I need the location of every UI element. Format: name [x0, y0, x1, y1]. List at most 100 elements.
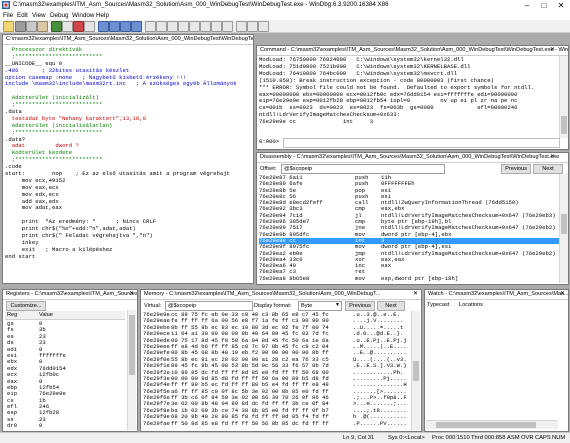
copy-icon[interactable] [26, 21, 37, 32]
locations-column-header[interactable]: Locations [459, 301, 483, 309]
next-button[interactable]: Next [377, 301, 405, 311]
close-icon[interactable]: ✕ [548, 153, 557, 162]
previous-button[interactable]: Previous [501, 164, 531, 174]
locals-window-icon[interactable] [167, 21, 178, 32]
chevron-down-icon[interactable]: ▼ [333, 301, 342, 310]
register-value: 0 [39, 422, 43, 429]
virtual-address-input[interactable]: @$scopeip [165, 301, 253, 311]
source-line: end start [5, 252, 36, 260]
watch-scrollbar-thumb[interactable] [436, 422, 536, 428]
step-over-icon[interactable] [109, 21, 120, 32]
registers-header: Reg Value [5, 311, 125, 320]
options-icon[interactable] [258, 21, 269, 32]
maximize-button[interactable]: □ [536, 0, 552, 11]
watch-window-title: Watch - C:\masm32\examples\ITM_Asm_Sourc… [425, 290, 568, 300]
memory-dump[interactable]: 76e29e9e cc 89 75 fc eb 0e 33 c0 40 c3 8b… [143, 312, 411, 429]
typecast-column-header[interactable]: Typecast [427, 301, 449, 309]
source-window: C:\masm32\examples\ITM_Asm_Sources\Masm3… [2, 34, 254, 284]
minimize-button[interactable]: – [519, 0, 535, 11]
command-window-icon[interactable] [145, 21, 156, 32]
memory-ascii: .P......PV...... [353, 419, 407, 427]
value-column-header[interactable]: Value [39, 311, 53, 319]
source-window-title: C:\masm32\examples\ITM_Asm_Sources\Masm3… [3, 35, 253, 45]
command-output: ModLoad: 76750000 76824000 C:\Windows\sy… [259, 57, 559, 135]
source-line: mov adat,eax [5, 204, 63, 212]
source-line: exit ; Macro a kilépéshez [5, 245, 113, 253]
registers-scrollbar[interactable] [127, 310, 136, 430]
memory-window-title: Memory - C:\masm32\examples\ITM_Asm_Sour… [141, 290, 421, 300]
virtual-label: Virtual: [144, 303, 162, 309]
memory-address: 76e29fae [143, 419, 170, 427]
menu-bar: File Edit View Debug Window Help [0, 11, 570, 20]
watch-list[interactable] [427, 311, 557, 417]
menu-edit[interactable]: Edit [17, 11, 28, 20]
customize-button[interactable]: Customize... [6, 301, 46, 311]
close-icon[interactable]: ✕ [127, 290, 136, 299]
step-out-icon[interactable] [120, 21, 131, 32]
display-format-label: Display format: [254, 303, 292, 309]
memory-scrollbar-thumb[interactable] [413, 361, 419, 381]
source-line: ;************************** [5, 128, 103, 136]
reg-column-header[interactable]: Reg [7, 311, 17, 319]
font-icon[interactable] [247, 21, 258, 32]
command-output-line: 76e29e9e cc int 3 [259, 118, 374, 126]
offset-label: Offset: [260, 166, 277, 172]
registers-scrollbar-thumb[interactable] [129, 315, 135, 375]
window-title: C:\masm32\examples\ITM_Asm_Sources\Masm3… [13, 1, 389, 8]
close-icon[interactable]: ✕ [411, 290, 420, 299]
source-code-area[interactable]: Processzor direktívák ;*****************… [5, 47, 243, 279]
run-to-cursor-icon[interactable] [131, 21, 142, 32]
source-line: ;************************** [5, 156, 103, 164]
paste-icon[interactable] [37, 21, 48, 32]
registers-window: Registers - C:\masm32\examples\ITM_Asm_S… [2, 289, 138, 432]
disassembly-row[interactable]: 76e29ea8 8b65e8 mov esp,dword ptr [ebp-18h… [259, 275, 559, 282]
source-line: print chr$(" Feladat végrehajtva ","n") [5, 232, 153, 240]
menu-view[interactable]: View [32, 11, 46, 20]
menu-window[interactable]: Window [72, 11, 94, 20]
command-input[interactable] [283, 138, 560, 148]
next-button[interactable]: Next [533, 164, 563, 174]
disassembly-scrollbar[interactable] [559, 174, 568, 283]
close-icon[interactable]: ✕ [548, 46, 557, 55]
break-icon[interactable] [84, 21, 95, 32]
disassembly-listing[interactable]: 76e29e87 6a11 push 11h 76e29e89 6afe push 0FF… [259, 175, 559, 282]
menu-debug[interactable]: Debug [50, 11, 69, 20]
memory-row[interactable]: 76e29fae ff 50 8d 85 e8 fd ff ff 50 56 8b… [143, 419, 411, 427]
memory-window: Memory - C:\masm32\examples\ITM_Asm_Sour… [140, 289, 422, 432]
status-bar: Ln 9, Col 31 Sys 0:<Local> Proc 000:1510… [0, 432, 570, 443]
call-stack-window-icon[interactable] [200, 21, 211, 32]
source-line: ;************************** [5, 101, 103, 109]
command-scrollbar-thumb[interactable] [561, 116, 567, 134]
step-into-icon[interactable] [98, 21, 109, 32]
watch-window-icon[interactable] [156, 21, 167, 32]
registers-window-icon[interactable] [178, 21, 189, 32]
memory-hex-bytes: ff 50 8d 85 e8 fd ff ff 50 56 8b 85 dc f… [171, 419, 329, 427]
menu-help[interactable]: Help [96, 11, 109, 20]
register-row[interactable]: dr0 0 [5, 422, 125, 429]
go-icon[interactable] [51, 21, 62, 32]
watch-horizontal-scrollbar[interactable] [426, 420, 558, 429]
watch-header: Typecast Locations [427, 301, 557, 309]
stop-debugging-icon[interactable] [73, 21, 84, 32]
scratch-pad-icon[interactable] [222, 21, 233, 32]
disassembly-window: Disassembly - C:\masm32\examples\ITM_Asm… [256, 152, 569, 285]
command-window: Command - C:\masm32\examples\ITM_Asm_Sou… [256, 45, 569, 150]
disassembly-window-icon[interactable] [211, 21, 222, 32]
offset-input[interactable]: @$scopeip [281, 164, 445, 174]
previous-button[interactable]: Previous [345, 301, 375, 311]
memory-scrollbar[interactable] [411, 311, 420, 430]
command-scrollbar[interactable] [559, 56, 568, 138]
source-mode-icon[interactable] [236, 21, 247, 32]
watch-window: Watch - C:\masm32\examples\ITM_Asm_Sourc… [424, 289, 569, 432]
register-name: dr0 [7, 422, 18, 429]
memory-window-icon[interactable] [189, 21, 200, 32]
close-window-button[interactable]: ✕ [553, 0, 569, 11]
restart-icon[interactable] [62, 21, 73, 32]
disassembly-scrollbar-thumb[interactable] [561, 214, 567, 234]
open-file-icon[interactable] [3, 21, 14, 32]
menu-file[interactable]: File [3, 11, 13, 20]
close-icon[interactable]: ✕ [558, 290, 567, 299]
cut-icon[interactable] [15, 21, 26, 32]
registers-window-title: Registers - C:\masm32\examples\ITM_Asm_S… [3, 290, 137, 300]
disassembly-window-title: Disassembly - C:\masm32\examples\ITM_Asm… [257, 153, 568, 163]
